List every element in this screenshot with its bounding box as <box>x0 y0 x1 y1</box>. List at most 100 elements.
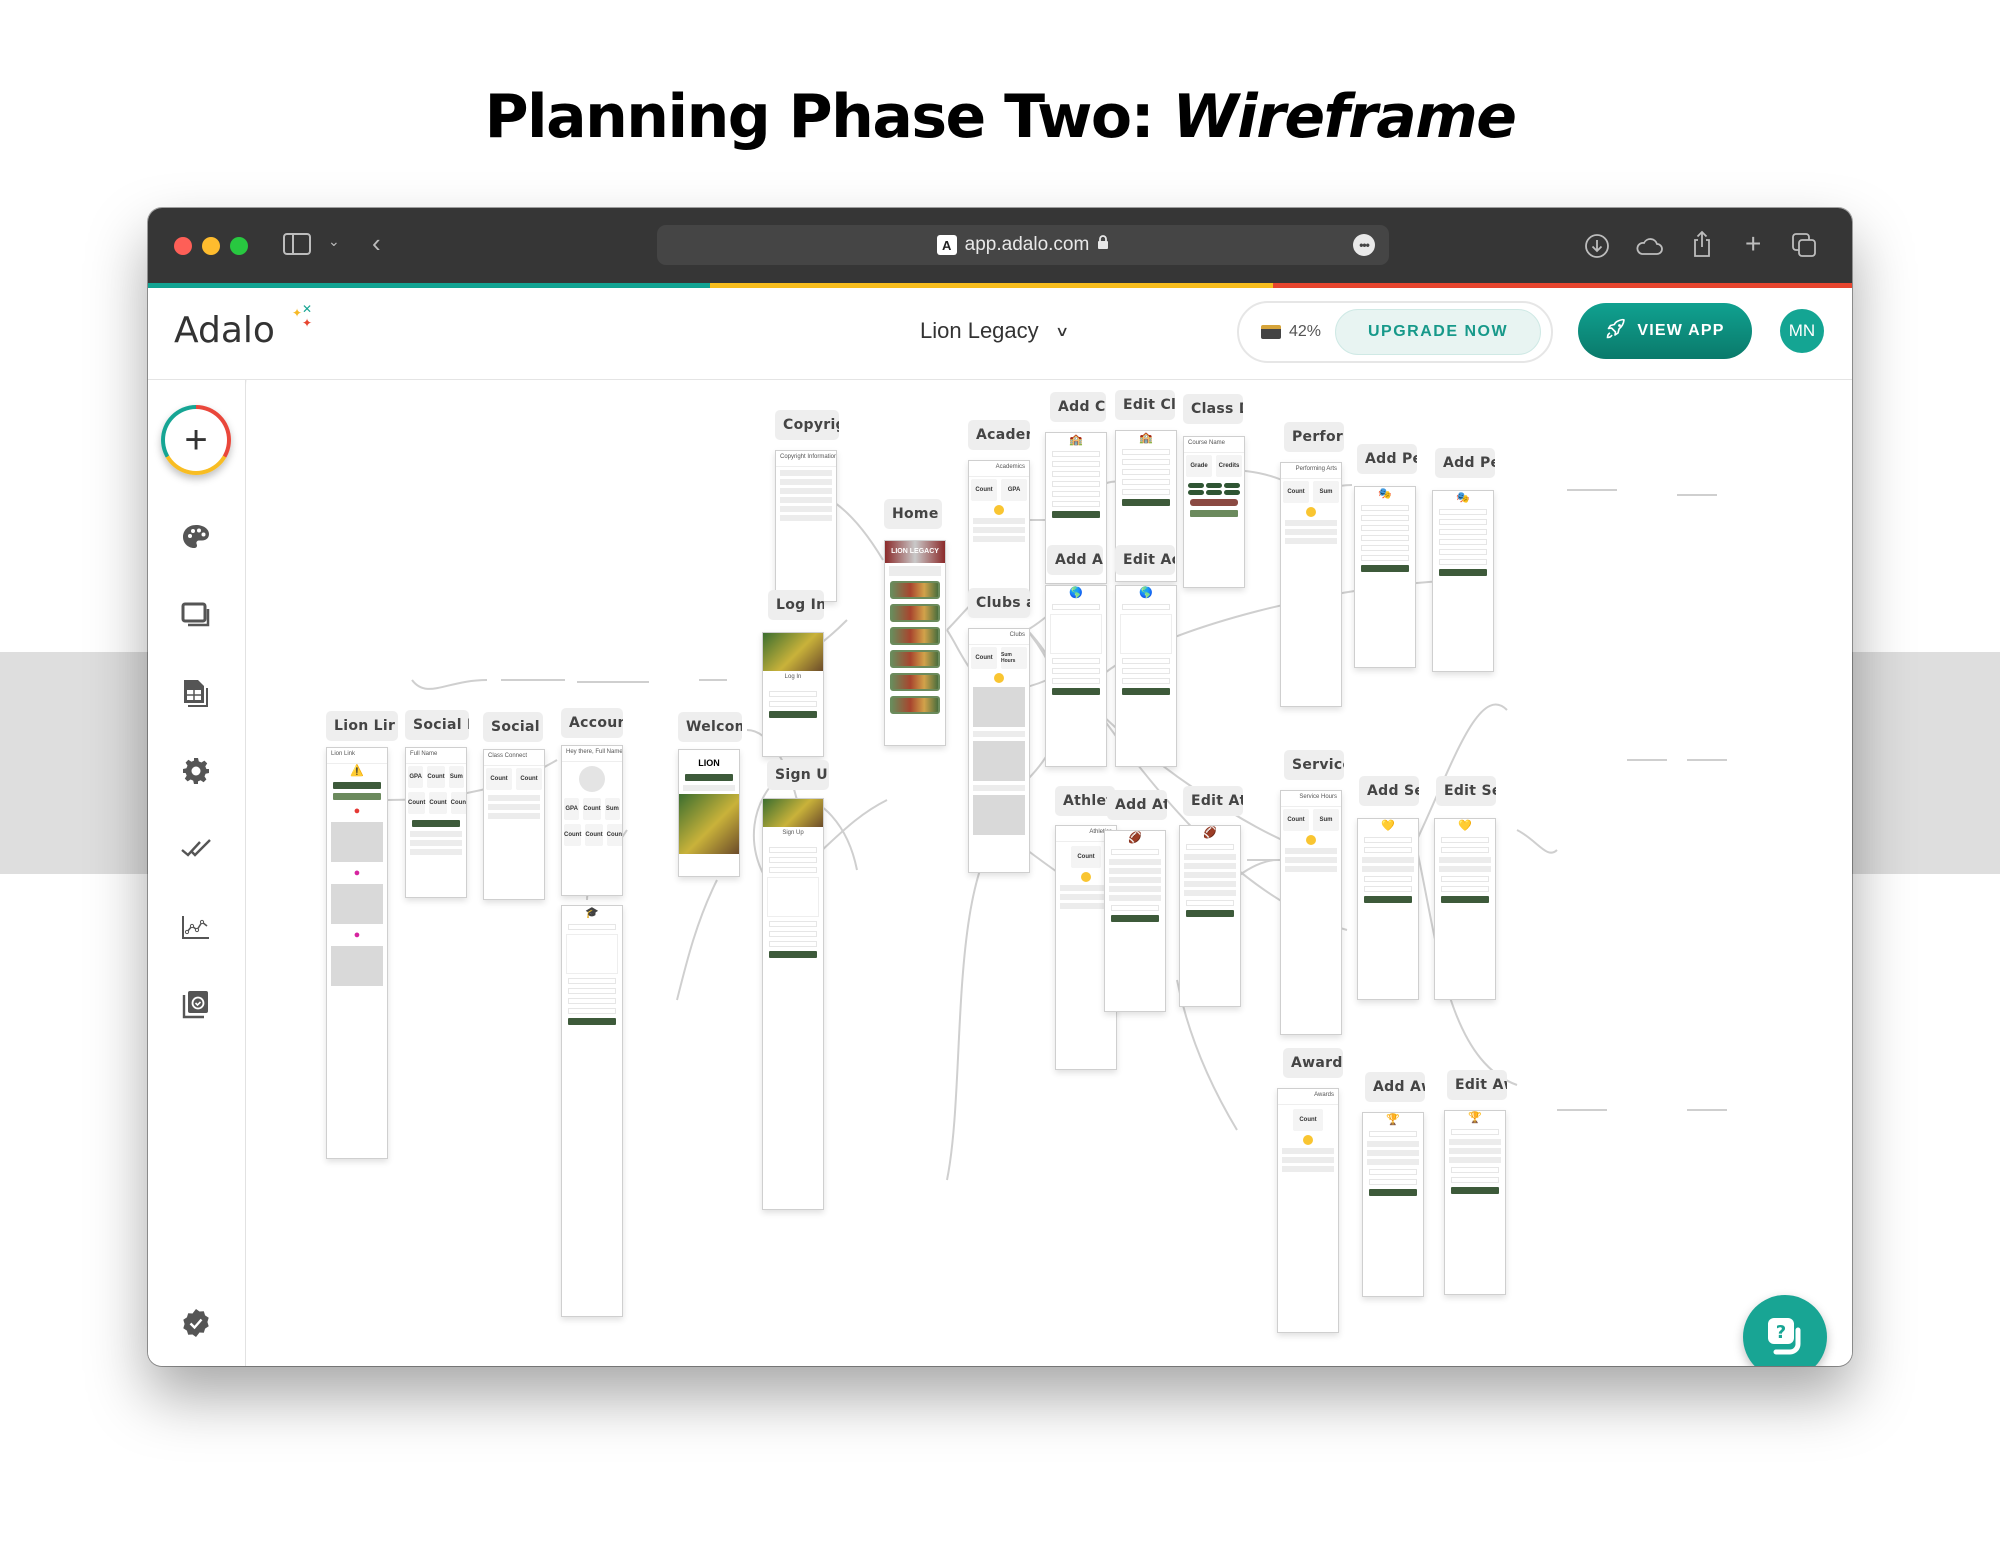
screen-home[interactable]: LION LEGACY <box>884 540 946 746</box>
list-row <box>973 785 1025 791</box>
screen-add-performing[interactable]: 🎭 <box>1354 486 1416 668</box>
download-icon[interactable] <box>1584 233 1610 263</box>
stat-card: Count <box>1071 846 1101 868</box>
view-app-button[interactable]: VIEW APP <box>1578 303 1752 359</box>
add-item-button <box>1306 835 1316 845</box>
create-athletics-button <box>1111 915 1159 922</box>
screen-edit-service[interactable]: 💛 <box>1434 818 1496 1000</box>
adalo-logo[interactable]: Adalo ✦ ✕ ✦ <box>174 302 312 351</box>
verified-badge-icon[interactable] <box>179 1306 213 1340</box>
checkbox-row <box>1109 886 1161 892</box>
screen-label-edit-class[interactable]: Edit Cla <box>1115 390 1175 420</box>
grade-button <box>1224 483 1240 488</box>
screen-label-welcome[interactable]: Welcom <box>678 712 742 742</box>
screens-icon[interactable] <box>179 598 213 632</box>
screen-label-performing-arts[interactable]: Perform <box>1284 422 1344 452</box>
more-icon[interactable]: ••• <box>1353 234 1375 256</box>
analytics-icon[interactable] <box>179 910 213 944</box>
form-field <box>568 924 616 930</box>
screen-add-performing-2[interactable]: 🎭 <box>1432 490 1494 672</box>
screen-label-class-detail[interactable]: Class D <box>1183 394 1243 424</box>
minimize-window-button[interactable] <box>202 237 220 255</box>
screen-label-add-award[interactable]: Add Aw <box>1365 1072 1425 1102</box>
screen-log-in[interactable]: Log In <box>762 632 824 757</box>
screen-label-add-activity[interactable]: Add Act <box>1047 545 1103 575</box>
create-service-button <box>1364 896 1412 903</box>
screen-label-academics[interactable]: Academ <box>968 420 1030 450</box>
add-component-button[interactable]: + <box>161 405 231 475</box>
screen-label-account[interactable]: Accoun <box>561 708 623 738</box>
photo-upload <box>566 934 618 974</box>
double-check-icon[interactable] <box>179 832 213 866</box>
gear-icon[interactable] <box>179 754 213 788</box>
screen-label-add-performing[interactable]: Add Pe <box>1357 444 1417 474</box>
screen-label-home[interactable]: Home <box>884 499 942 529</box>
sidebar-toggle-icon[interactable] <box>283 232 311 260</box>
screen-account[interactable]: Hey there, Full Name. GPA Count Sum Coun… <box>561 745 623 896</box>
screen-label-social-profile[interactable]: Social F <box>405 710 469 740</box>
screen-lion-link[interactable]: Lion Link ⚠️ ● ● ● <box>326 747 388 1159</box>
screen-label-add-performing-2[interactable]: Add Pe <box>1435 448 1495 478</box>
screen-welcome[interactable]: LION <box>678 749 740 877</box>
slide-headline: Planning Phase Two: Wireframe <box>0 82 2000 152</box>
maximize-window-button[interactable] <box>230 237 248 255</box>
version-history-icon[interactable] <box>179 988 213 1022</box>
screen-clubs[interactable]: Clubs Count Sum Hours <box>968 628 1030 873</box>
screen-label-add-athletics[interactable]: Add Ath <box>1107 790 1167 820</box>
screen-label-social[interactable]: Social <box>483 712 543 742</box>
form-field <box>1186 844 1234 850</box>
screen-social[interactable]: Class Connect Count Count <box>483 749 545 900</box>
screen-label-copyright[interactable]: Copyrig <box>775 410 839 440</box>
screen-label-clubs[interactable]: Clubs a <box>968 588 1030 618</box>
new-tab-icon[interactable]: + <box>1745 230 1761 258</box>
cloud-icon[interactable] <box>1634 235 1664 261</box>
form-field <box>1052 491 1100 497</box>
screen-label-add-service[interactable]: Add Se <box>1359 776 1419 806</box>
screen-sign-up[interactable]: Sign Up <box>762 798 824 1210</box>
screen-add-award[interactable]: 🏆 <box>1362 1112 1424 1297</box>
list-row <box>973 536 1025 542</box>
tabs-overview-icon[interactable] <box>1791 232 1817 262</box>
close-window-button[interactable] <box>174 237 192 255</box>
screen-awards[interactable]: Awards Count <box>1277 1088 1339 1333</box>
screen-edit-award[interactable]: 🏆 <box>1444 1110 1506 1295</box>
screen-service[interactable]: Service Hours Count Sum <box>1280 790 1342 1035</box>
screen-account-edit[interactable]: 🎓 <box>561 905 623 1317</box>
screen-label-sign-up[interactable]: Sign Up <box>767 760 829 790</box>
screen-label-edit-award[interactable]: Edit Aw <box>1447 1070 1507 1100</box>
screen-class-detail[interactable]: Course Name Grade Credits <box>1183 436 1245 588</box>
screen-label-edit-service[interactable]: Edit Se <box>1436 776 1496 806</box>
screen-header: Class Connect <box>484 750 544 766</box>
screen-edit-athletics[interactable]: 🏈 <box>1179 825 1241 1007</box>
palette-icon[interactable] <box>179 520 213 554</box>
screen-label-edit-activity[interactable]: Edit Ac <box>1115 545 1175 575</box>
screen-label-log-in[interactable]: Log In <box>768 590 824 620</box>
upgrade-now-button[interactable]: UPGRADE NOW <box>1335 309 1542 355</box>
database-icon[interactable] <box>179 676 213 710</box>
back-icon[interactable]: ‹ <box>372 230 381 256</box>
screen-label-edit-athletics[interactable]: Edit Ath <box>1183 786 1243 816</box>
screen-add-athletics[interactable]: 🏈 <box>1104 830 1166 1012</box>
screen-performing-arts[interactable]: Performing Arts Count Sum <box>1280 462 1342 707</box>
screen-social-profile[interactable]: Full Name GPA Count Sum Count Count Coun… <box>405 747 467 898</box>
screen-add-service[interactable]: 💛 <box>1357 818 1419 1000</box>
app-name: Lion Legacy <box>920 318 1039 343</box>
screen-label-service[interactable]: Service <box>1284 750 1344 780</box>
logo-text: Adalo <box>174 310 275 351</box>
list-row <box>1285 857 1337 863</box>
screen-edit-activity[interactable]: 🌎 <box>1115 585 1177 767</box>
screen-label-lion-link[interactable]: Lion Lir <box>326 711 398 741</box>
share-icon[interactable] <box>1691 230 1713 262</box>
screen-label-athletics[interactable]: Athletic <box>1055 786 1115 816</box>
screens-canvas[interactable]: Lion Lir Lion Link ⚠️ ● ● ● Social F Ful… <box>247 380 1852 1366</box>
screen-add-activity[interactable]: 🌎 <box>1045 585 1107 767</box>
app-switcher[interactable]: Lion Legacy ∨ <box>920 318 1069 344</box>
photo-upload <box>1050 614 1102 654</box>
screen-label-add-class[interactable]: Add Cla <box>1050 392 1106 422</box>
screen-copyright[interactable]: Copyright Information <box>775 450 837 602</box>
list-row <box>1285 848 1337 854</box>
chevron-down-icon[interactable]: ⌄ <box>328 234 340 248</box>
user-avatar[interactable]: MN <box>1780 309 1824 353</box>
screen-label-awards[interactable]: Awards <box>1283 1048 1343 1078</box>
address-bar[interactable]: A app.adalo.com ••• <box>657 225 1389 265</box>
